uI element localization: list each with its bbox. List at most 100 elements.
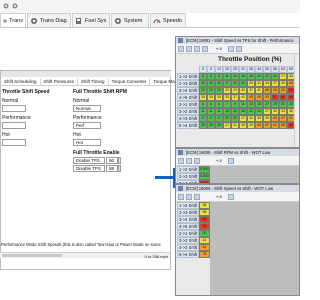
table-cell[interactable]: 25: [223, 87, 231, 94]
table-cell[interactable]: 5,800: [199, 173, 210, 180]
table-cell[interactable]: 53: [263, 94, 271, 101]
table-cell[interactable]: 18: [247, 73, 255, 80]
table-cell[interactable]: 37: [271, 80, 279, 87]
table-cell[interactable]: 7: [223, 101, 231, 108]
table-cell[interactable]: 18: [239, 108, 247, 115]
table-cell[interactable]: 24: [271, 73, 279, 80]
performance-speed-button[interactable]: [2, 122, 26, 129]
table-cell[interactable]: 6: [199, 101, 207, 108]
table-cell[interactable]: 17: [223, 80, 231, 87]
tab-system[interactable]: System: [111, 13, 149, 27]
table-cell[interactable]: 37: [247, 87, 255, 94]
table-cell[interactable]: 29: [231, 87, 239, 94]
table-cell[interactable]: 27: [279, 73, 287, 80]
table-cell[interactable]: 21: [247, 108, 255, 115]
table-cell[interactable]: 27: [263, 108, 271, 115]
table-cell[interactable]: 16: [239, 73, 247, 80]
disable-tps-stepper[interactable]: [118, 165, 121, 172]
zoom-icon[interactable]: +.0: [216, 194, 222, 199]
table-cell[interactable]: 58: [199, 209, 210, 216]
table-cell[interactable]: 24: [255, 108, 263, 115]
table-cell[interactable]: 47: [263, 122, 271, 129]
tab-shift-timing[interactable]: Shift Timing: [78, 78, 109, 85]
table-cell[interactable]: 40: [279, 80, 287, 87]
undo-icon[interactable]: [194, 46, 200, 52]
table-cell[interactable]: 45: [263, 87, 271, 94]
table-cell[interactable]: 24: [239, 80, 247, 87]
table-cell[interactable]: 45: [247, 94, 255, 101]
table-cell[interactable]: 15: [231, 108, 239, 115]
table-cell[interactable]: 55: [279, 122, 287, 129]
copy-icon[interactable]: [178, 194, 184, 200]
hot-rpm-button[interactable]: Hot: [73, 139, 101, 146]
table-cell[interactable]: 78: [199, 251, 210, 258]
window-scrollbar[interactable]: [294, 54, 299, 147]
normal-speed-button[interactable]: [2, 105, 26, 112]
table-cell[interactable]: 11: [215, 108, 223, 115]
gear-icon[interactable]: [11, 2, 19, 10]
table-cell[interactable]: 17: [263, 101, 271, 108]
table-cell[interactable]: 27: [223, 122, 231, 129]
table-cell[interactable]: 41: [239, 94, 247, 101]
table-cell[interactable]: 35: [255, 115, 263, 122]
table-cell[interactable]: 11: [207, 108, 215, 115]
enable-tps-number[interactable]: 90: [106, 157, 118, 164]
table-cell[interactable]: 22: [263, 73, 271, 80]
table-cell[interactable]: 34: [263, 80, 271, 87]
tab-trans-diag[interactable]: Trans Diag: [27, 13, 71, 27]
table-cell[interactable]: 51: [271, 122, 279, 129]
table-cell[interactable]: 61: [199, 244, 210, 251]
table-cell[interactable]: 47: [279, 115, 287, 122]
table-cell[interactable]: 28: [247, 80, 255, 87]
table-cell[interactable]: 17: [207, 115, 215, 122]
table-cell[interactable]: 9: [231, 101, 239, 108]
normal-rpm-button[interactable]: Normal: [73, 105, 101, 112]
table-cell[interactable]: 31: [231, 122, 239, 129]
table-cell[interactable]: 11: [199, 108, 207, 115]
shift-speed-performance-window[interactable]: [ECM] 19001 - Shift Speed vs TPS for Shi…: [175, 36, 300, 148]
chart-icon[interactable]: [202, 46, 208, 52]
tab-speedo[interactable]: Speedo: [150, 13, 186, 27]
table-cell[interactable]: 15: [215, 80, 223, 87]
table-cell[interactable]: 96: [199, 223, 210, 230]
table-cell[interactable]: 20: [255, 73, 263, 80]
table-cell[interactable]: 15: [207, 80, 215, 87]
table-cell[interactable]: 30: [199, 94, 207, 101]
table-cell[interactable]: 84: [199, 216, 210, 223]
tab-trans[interactable]: Trans: [0, 13, 26, 27]
table-cell[interactable]: 33: [279, 108, 287, 115]
table-cell[interactable]: 9: [215, 73, 223, 80]
horizontal-scrollbar[interactable]: 0 to 256 mph: [0, 252, 170, 259]
copy-icon[interactable]: [178, 46, 184, 52]
table-cell[interactable]: 17: [199, 115, 207, 122]
shift-speed-window[interactable]: [ECM] 19006 - Shift Speed vs Shift - WOT…: [175, 184, 300, 296]
hot-speed-button[interactable]: [2, 139, 26, 146]
table-cell[interactable]: 30: [271, 108, 279, 115]
table-cell[interactable]: 9: [207, 73, 215, 80]
table-cell[interactable]: 24: [207, 122, 215, 129]
paste-icon[interactable]: [186, 46, 192, 52]
table-cell[interactable]: 17: [215, 115, 223, 122]
undo-icon[interactable]: [194, 158, 200, 164]
table-cell[interactable]: 43: [255, 122, 263, 129]
table-cell[interactable]: 33: [223, 94, 231, 101]
tab-torque-converter[interactable]: Torque Converter: [109, 78, 151, 85]
settings-icon[interactable]: [236, 46, 242, 52]
table-cell[interactable]: 5,800: [199, 166, 210, 173]
table-cell[interactable]: 49: [271, 87, 279, 94]
table-cell[interactable]: 22: [215, 87, 223, 94]
table-cell[interactable]: 19: [271, 101, 279, 108]
table-cell[interactable]: 61: [279, 94, 287, 101]
table-cell[interactable]: 41: [255, 87, 263, 94]
table-cell[interactable]: 39: [247, 122, 255, 129]
performance-rpm-button[interactable]: Perf: [73, 122, 101, 129]
tab-shift-scheduling[interactable]: Shift Scheduling: [1, 78, 41, 85]
table-cell[interactable]: 49: [255, 94, 263, 101]
table-cell[interactable]: 11: [223, 73, 231, 80]
table-cell[interactable]: 14: [231, 73, 239, 80]
table-cell[interactable]: 24: [215, 122, 223, 129]
graph-icon[interactable]: [228, 46, 234, 52]
table-cell[interactable]: 39: [263, 115, 271, 122]
table-cell[interactable]: 13: [223, 108, 231, 115]
table-cell[interactable]: 22: [207, 87, 215, 94]
